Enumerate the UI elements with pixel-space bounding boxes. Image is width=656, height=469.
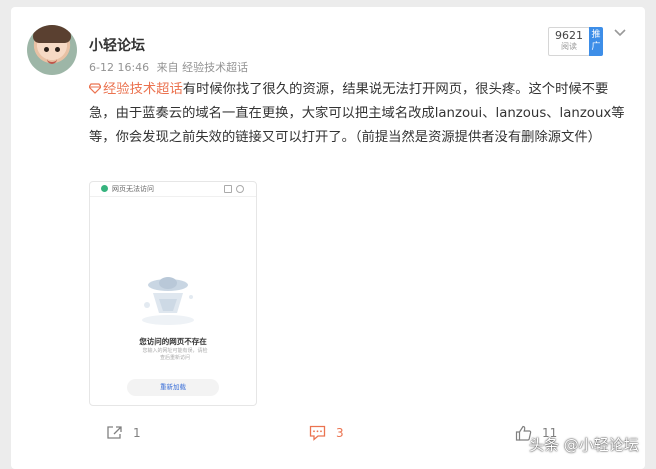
- share-icon: [107, 426, 122, 439]
- username[interactable]: 小轻论坛: [89, 35, 145, 55]
- source-link[interactable]: 经验技术超话: [182, 61, 248, 74]
- views-count: 9621: [555, 29, 583, 42]
- refresh-icon: [236, 185, 244, 193]
- post-body: 经验技术超话有时候你找了很久的资源，结果说无法打开网页，很头疼。这个时候不要急，…: [89, 78, 629, 150]
- comment-count: 3: [336, 426, 344, 440]
- avatar[interactable]: [27, 25, 77, 75]
- watermark: 头条 @小轻论坛: [529, 436, 639, 454]
- reload-button: 重新加载: [127, 379, 219, 396]
- error-title: 您访问的网页不存在: [139, 337, 207, 346]
- topic-link[interactable]: 经验技术超话: [103, 82, 183, 97]
- forward-button[interactable]: 1: [106, 425, 141, 440]
- chevron-down-icon[interactable]: [613, 27, 627, 39]
- comment-icon: [309, 425, 326, 441]
- thumb-tab-title: 网页无法访问: [112, 184, 154, 193]
- forward-count: 1: [133, 425, 141, 440]
- post-timestamp[interactable]: 6-12 16:46: [89, 61, 149, 74]
- window-icon: [224, 185, 232, 193]
- browser-logo-icon: [101, 185, 108, 192]
- post-meta: 6-12 16:46 来自 经验技术超话: [89, 59, 248, 75]
- source-prefix: 来自: [156, 61, 179, 74]
- views-label: 阅读: [561, 42, 577, 51]
- not-found-illustration-icon: [142, 277, 194, 325]
- views-badge: 9621 阅读: [548, 27, 590, 56]
- promote-button[interactable]: 推广: [589, 27, 603, 56]
- diamond-icon: [89, 83, 101, 94]
- error-hint: 您输入的网址可能有误，请检查后重新访问: [142, 348, 208, 361]
- comment-button[interactable]: 3: [309, 425, 344, 441]
- weibo-post-card: 小轻论坛 6-12 16:46 来自 经验技术超话 9621 阅读 推广 经验技…: [11, 7, 645, 469]
- post-image-thumbnail[interactable]: 网页无法访问 您访问的网页不存在 您输入的网址可能有误，请检查后重新访问 重新加…: [89, 181, 257, 406]
